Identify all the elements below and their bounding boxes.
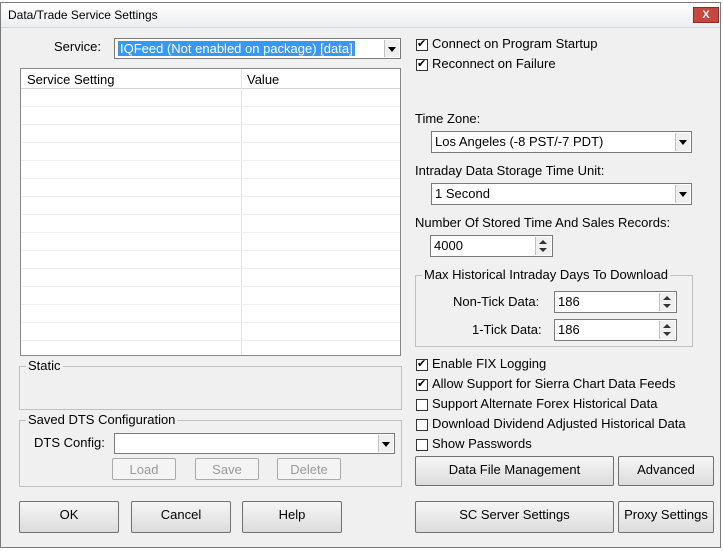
service-select[interactable]: IQFeed (Not enabled on package) [data] [114,38,401,59]
load-button[interactable]: Load [112,458,176,480]
service-settings-grid[interactable]: Service Setting Value [20,68,401,356]
service-value: IQFeed (Not enabled on package) [data] [118,41,355,56]
connect-startup-checkbox[interactable] [416,37,428,51]
proxy-settings-button[interactable]: Proxy Settings [618,501,714,533]
arrow-up-icon[interactable] [663,296,671,300]
cancel-button[interactable]: Cancel [131,501,231,533]
chevron-down-icon[interactable] [675,185,690,203]
arrow-down-icon[interactable] [539,248,547,252]
grid-row [21,214,400,215]
spinner-buttons[interactable] [659,293,675,311]
static-group-label: Static [26,358,63,373]
dts-config-select[interactable] [114,433,395,454]
service-label: Service: [54,39,101,54]
reconnect-failure-checkbox[interactable] [416,57,428,71]
grid-row [21,304,400,305]
alt-forex-label[interactable]: Support Alternate Forex Historical Data [432,396,657,411]
save-button[interactable]: Save [195,458,259,480]
dts-config-label: DTS Config: [34,435,105,450]
arrow-down-icon[interactable] [663,304,671,308]
window-title: Data/Trade Service Settings [8,8,158,22]
sc-data-feeds-checkbox[interactable] [416,377,428,391]
timezone-value: Los Angeles (-8 PST/-7 PDT) [435,134,604,149]
grid-row [21,268,400,269]
grid-row [21,160,400,161]
advanced-button[interactable]: Advanced [618,456,714,486]
grid-row [21,232,400,233]
arrow-down-icon[interactable] [663,332,671,336]
storage-unit-select[interactable]: 1 Second [431,183,692,205]
non-tick-spinner[interactable]: 186 [554,291,677,313]
reconnect-failure-label[interactable]: Reconnect on Failure [432,56,556,71]
chevron-down-icon[interactable] [378,435,393,452]
dividend-adjusted-label[interactable]: Download Dividend Adjusted Historical Da… [432,416,686,431]
grid-row [21,340,400,341]
arrow-up-icon[interactable] [663,324,671,328]
data-file-management-button[interactable]: Data File Management [415,456,614,486]
spinner-buttons[interactable] [535,237,551,255]
ts-records-value: 4000 [434,238,463,253]
one-tick-value: 186 [558,322,580,337]
help-button[interactable]: Help [242,501,342,533]
grid-row [21,286,400,287]
grid-row [21,142,400,143]
alt-forex-checkbox[interactable] [416,399,428,411]
show-passwords-label[interactable]: Show Passwords [432,436,532,451]
col-header-value[interactable]: Value [247,72,279,87]
grid-row [21,196,400,197]
fix-logging-label[interactable]: Enable FIX Logging [432,356,546,371]
arrow-up-icon[interactable] [539,240,547,244]
static-group: Static [19,358,402,410]
grid-row [21,124,400,125]
grid-row [21,322,400,323]
non-tick-value: 186 [558,294,580,309]
settings-dialog: Data/Trade Service Settings X Service: I… [0,2,721,548]
sc-server-settings-button[interactable]: SC Server Settings [415,501,614,533]
spinner-buttons[interactable] [659,321,675,339]
storage-unit-label: Intraday Data Storage Time Unit: [415,163,605,178]
max-days-group-label: Max Historical Intraday Days To Download [422,267,670,282]
column-divider [241,69,242,355]
chevron-down-icon[interactable] [384,40,399,57]
grid-row [21,250,400,251]
dts-group-label: Saved DTS Configuration [26,412,178,427]
col-header-setting[interactable]: Service Setting [27,72,114,87]
one-tick-spinner[interactable]: 186 [554,319,677,341]
timezone-label: Time Zone: [415,111,481,126]
ok-button[interactable]: OK [19,501,119,533]
storage-unit-value: 1 Second [435,186,490,201]
one-tick-label: 1-Tick Data: [472,322,542,337]
ts-records-spinner[interactable]: 4000 [430,235,553,257]
connect-startup-label[interactable]: Connect on Program Startup [432,36,597,51]
close-button[interactable]: X [693,7,719,23]
delete-button[interactable]: Delete [277,458,341,480]
timezone-select[interactable]: Los Angeles (-8 PST/-7 PDT) [431,131,692,153]
grid-row [21,178,400,179]
show-passwords-checkbox[interactable] [416,439,428,451]
grid-row [21,106,400,107]
chevron-down-icon[interactable] [675,133,690,151]
sc-data-feeds-label[interactable]: Allow Support for Sierra Chart Data Feed… [432,376,676,391]
dividend-adjusted-checkbox[interactable] [416,419,428,431]
fix-logging-checkbox[interactable] [416,357,428,371]
non-tick-label: Non-Tick Data: [453,294,540,309]
grid-header: Service Setting Value [21,69,400,89]
ts-records-label: Number Of Stored Time And Sales Records: [415,215,671,230]
title-bar: Data/Trade Service Settings X [1,3,720,28]
